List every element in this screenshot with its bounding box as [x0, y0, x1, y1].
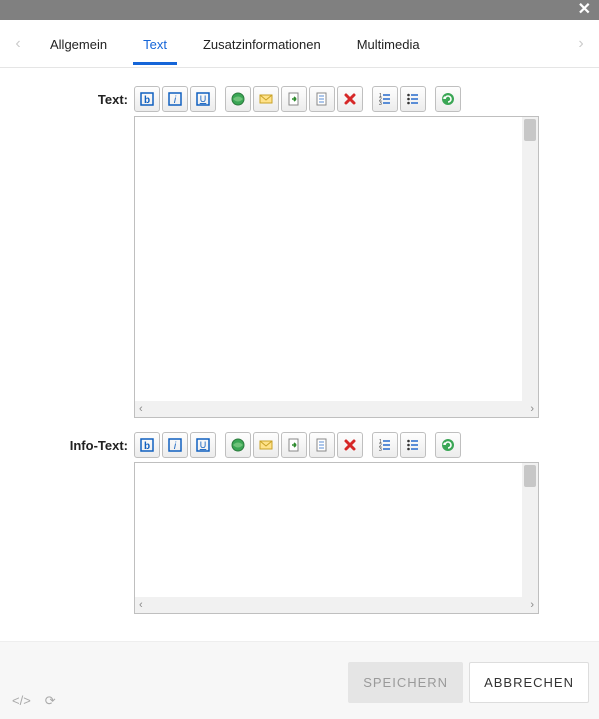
- refresh-icon[interactable]: [435, 432, 461, 458]
- svg-text:U: U: [200, 94, 207, 104]
- scroll-left-icon[interactable]: ‹: [139, 403, 143, 415]
- tab-multimedia[interactable]: Multimedia: [353, 23, 424, 64]
- editor-text: b i U 123: [134, 86, 539, 418]
- info-text-input[interactable]: [135, 463, 522, 597]
- svg-text:U: U: [200, 440, 207, 450]
- editor-info-text: b i U 123: [134, 432, 539, 614]
- button-row: SPEICHERN ABBRECHEN: [348, 662, 589, 703]
- text-input[interactable]: [135, 117, 522, 401]
- unordered-list-icon[interactable]: [400, 432, 426, 458]
- insert-icon[interactable]: [281, 432, 307, 458]
- bold-icon[interactable]: b: [134, 86, 160, 112]
- field-text-label: Text:: [0, 86, 134, 107]
- textarea-wrap-info: ‹ ›: [134, 462, 539, 614]
- ordered-list-icon[interactable]: 123: [372, 432, 398, 458]
- scroll-right-icon[interactable]: ›: [530, 403, 534, 415]
- toolbar-text: b i U 123: [134, 86, 539, 112]
- title-bar: ✕: [0, 0, 599, 20]
- remove-icon[interactable]: [337, 432, 363, 458]
- cancel-button[interactable]: ABBRECHEN: [469, 662, 589, 703]
- footer-icons: </> ⟳: [12, 693, 56, 709]
- scroll-right-icon[interactable]: ›: [530, 599, 534, 611]
- field-text: Text: b i U 123: [0, 86, 539, 418]
- vertical-scrollbar[interactable]: [522, 463, 538, 597]
- mail-icon[interactable]: [253, 432, 279, 458]
- remove-icon[interactable]: [337, 86, 363, 112]
- tabs-scroll-left[interactable]: ‹: [8, 35, 28, 53]
- reload-icon[interactable]: ⟳: [45, 693, 56, 709]
- toolbar-info-text: b i U 123: [134, 432, 539, 458]
- footer: SPEICHERN ABBRECHEN </> ⟳: [0, 641, 599, 719]
- tab-text[interactable]: Text: [139, 23, 171, 64]
- ordered-list-icon[interactable]: 123: [372, 86, 398, 112]
- close-icon[interactable]: ✕: [578, 2, 591, 18]
- note-icon[interactable]: [309, 432, 335, 458]
- insert-icon[interactable]: [281, 86, 307, 112]
- svg-text:3: 3: [379, 447, 382, 453]
- underline-icon[interactable]: U: [190, 432, 216, 458]
- tab-zusatzinformationen[interactable]: Zusatzinformationen: [199, 23, 325, 64]
- scroll-left-icon[interactable]: ‹: [139, 599, 143, 611]
- underline-icon[interactable]: U: [190, 86, 216, 112]
- svg-text:b: b: [144, 441, 150, 452]
- bold-icon[interactable]: b: [134, 432, 160, 458]
- unordered-list-icon[interactable]: [400, 86, 426, 112]
- textarea-wrap-text: ‹ ›: [134, 116, 539, 418]
- link-icon[interactable]: [225, 432, 251, 458]
- tabs: Allgemein Text Zusatzinformationen Multi…: [28, 23, 571, 64]
- italic-icon[interactable]: i: [162, 432, 188, 458]
- note-icon[interactable]: [309, 86, 335, 112]
- horizontal-scrollbar[interactable]: ‹ ›: [135, 401, 538, 417]
- field-info-text-label: Info-Text:: [0, 432, 134, 453]
- refresh-icon[interactable]: [435, 86, 461, 112]
- horizontal-scrollbar[interactable]: ‹ ›: [135, 597, 538, 613]
- italic-icon[interactable]: i: [162, 86, 188, 112]
- form-body: Text: b i U 123: [0, 68, 599, 614]
- tabs-scroll-right[interactable]: ›: [571, 35, 591, 53]
- tab-allgemein[interactable]: Allgemein: [46, 23, 111, 64]
- tabs-row: ‹ Allgemein Text Zusatzinformationen Mul…: [0, 20, 599, 68]
- save-button[interactable]: SPEICHERN: [348, 662, 463, 703]
- svg-text:3: 3: [379, 101, 382, 107]
- field-info-text: Info-Text: b i U 123: [0, 432, 539, 614]
- code-icon[interactable]: </>: [12, 693, 31, 709]
- svg-text:b: b: [144, 95, 150, 106]
- vertical-scrollbar[interactable]: [522, 117, 538, 401]
- link-icon[interactable]: [225, 86, 251, 112]
- mail-icon[interactable]: [253, 86, 279, 112]
